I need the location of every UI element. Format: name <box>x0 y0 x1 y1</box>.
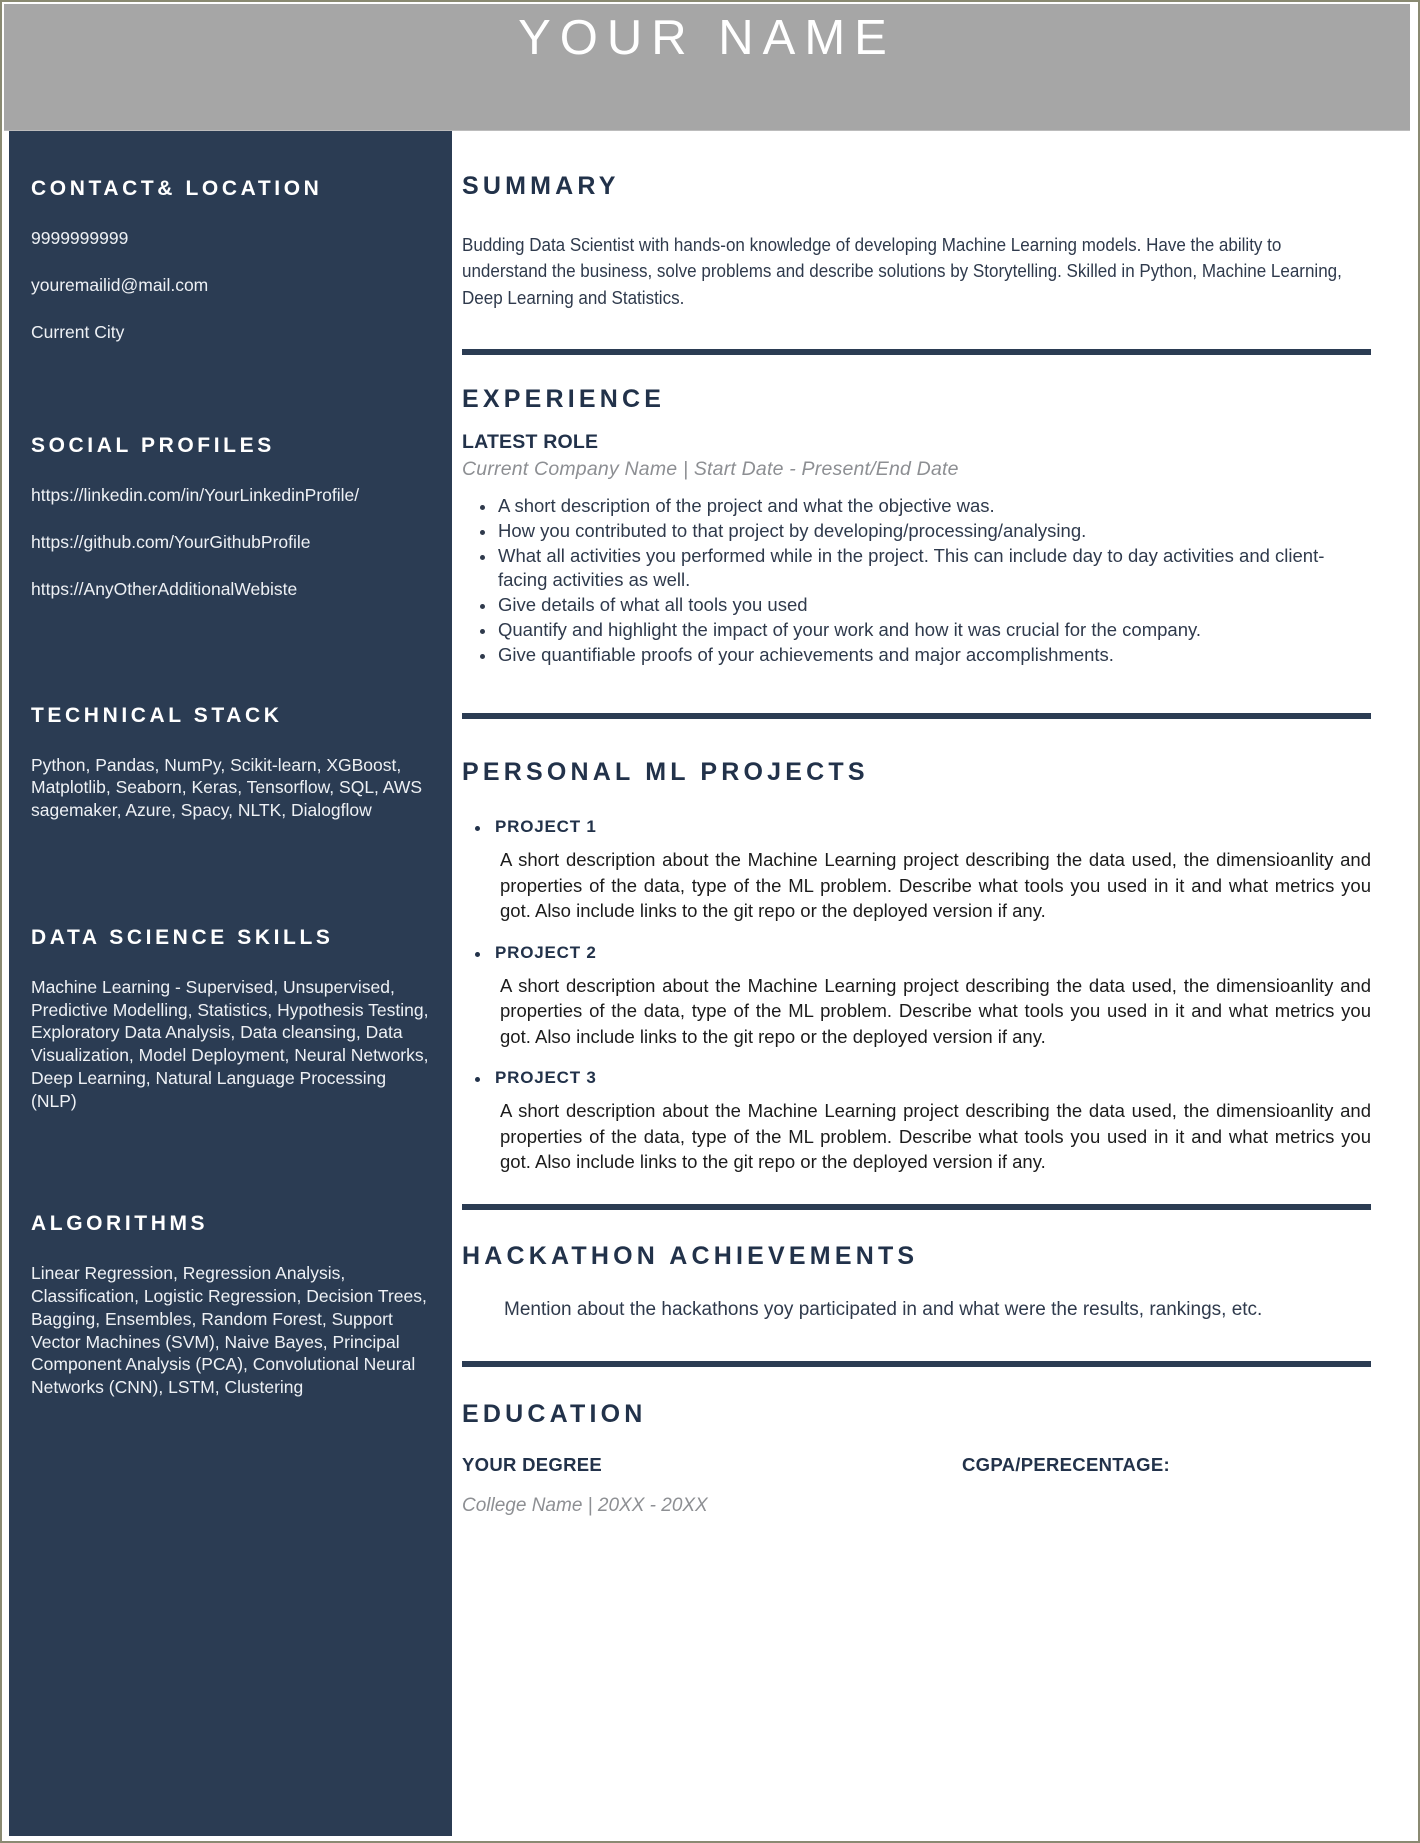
list-item: Give details of what all tools you used <box>462 593 1371 617</box>
sidebar-section-algorithms: ALGORITHMS Linear Regression, Regression… <box>31 1212 430 1399</box>
list-item: PROJECT 1 A short description about the … <box>462 817 1371 924</box>
social-link-other[interactable]: https://AnyOtherAdditionalWebiste <box>31 578 430 601</box>
main-content: SUMMARY Budding Data Scientist with hand… <box>452 131 1412 1836</box>
algorithms-heading: ALGORITHMS <box>31 1212 209 1236</box>
contact-heading: CONTACT& LOCATION <box>31 177 323 200</box>
sidebar-section-social: SOCIAL PROFILES https://linkedin.com/in/… <box>31 434 430 601</box>
sidebar-section-ds-skills: DATA SCIENCE SKILLS Machine Learning - S… <box>31 926 430 1113</box>
list-item: PROJECT 3 A short description about the … <box>462 1068 1371 1175</box>
hackathon-heading: HACKATHON ACHIEVEMENTS <box>462 1241 919 1270</box>
projects-heading: PERSONAL ML PROJECTS <box>462 758 869 787</box>
sidebar-section-contact: CONTACT& LOCATION 9999999999 youremailid… <box>31 177 430 344</box>
experience-bullet-list: A short description of the project and w… <box>462 494 1371 667</box>
list-item: How you contributed to that project by d… <box>462 519 1371 543</box>
project-description: A short description about the Machine Le… <box>500 849 1371 922</box>
list-item: PROJECT 2 A short description about the … <box>462 943 1371 1050</box>
sidebar: CONTACT& LOCATION 9999999999 youremailid… <box>9 131 452 1836</box>
education-cgpa-label: CGPA/PERECENTAGE: <box>962 1454 1170 1476</box>
education-row: YOUR DEGREE CGPA/PERECENTAGE: <box>462 1454 1371 1476</box>
algorithms-body: Linear Regression, Regression Analysis, … <box>31 1263 427 1398</box>
hackathon-body: Mention about the hackathons yoy partici… <box>504 1298 1263 1320</box>
resume-page: YOUR NAME CONTACT& LOCATION 9999999999 y… <box>0 0 1420 1843</box>
social-link-linkedin[interactable]: https://linkedin.com/in/YourLinkedinProf… <box>31 484 430 507</box>
contact-city: Current City <box>31 322 125 343</box>
project-description: A short description about the Machine Le… <box>500 1100 1371 1173</box>
list-item: A short description of the project and w… <box>462 494 1371 518</box>
experience-role-title: LATEST ROLE <box>462 430 599 453</box>
tech-stack-body: Python, Pandas, NumPy, Scikit-learn, XGB… <box>31 754 423 821</box>
tech-stack-heading: TECHNICAL STACK <box>31 703 283 727</box>
contact-phone: 9999999999 <box>31 228 129 248</box>
education-heading: EDUCATION <box>462 1400 647 1429</box>
ds-skills-body: Machine Learning - Supervised, Unsupervi… <box>31 976 429 1111</box>
experience-heading: EXPERIENCE <box>462 384 666 413</box>
list-item: Quantify and highlight the impact of you… <box>462 618 1371 642</box>
page-title: YOUR NAME <box>518 11 896 65</box>
experience-role-meta: Current Company Name | Start Date - Pres… <box>462 457 959 480</box>
project-description: A short description about the Machine Le… <box>500 974 1371 1047</box>
project-title: PROJECT 2 <box>495 942 597 962</box>
education-college: College Name | 20XX - 20XX <box>462 1495 708 1517</box>
education-degree: YOUR DEGREE <box>462 1454 603 1476</box>
sidebar-section-tech-stack: TECHNICAL STACK Python, Pandas, NumPy, S… <box>31 704 430 822</box>
social-link-github[interactable]: https://github.com/YourGithubProfile <box>31 531 430 554</box>
list-item: Give quantifiable proofs of your achieve… <box>462 643 1371 667</box>
resume-header: YOUR NAME <box>4 4 1410 131</box>
ds-skills-heading: DATA SCIENCE SKILLS <box>31 925 334 949</box>
social-heading: SOCIAL PROFILES <box>31 434 275 458</box>
project-title: PROJECT 3 <box>495 1068 597 1088</box>
summary-heading: SUMMARY <box>462 172 620 200</box>
contact-email[interactable]: youremailid@mail.com <box>31 274 430 297</box>
project-title: PROJECT 1 <box>495 817 597 837</box>
summary-body: Budding Data Scientist with hands-on kno… <box>462 234 1342 308</box>
list-item: What all activities you performed while … <box>462 544 1371 592</box>
